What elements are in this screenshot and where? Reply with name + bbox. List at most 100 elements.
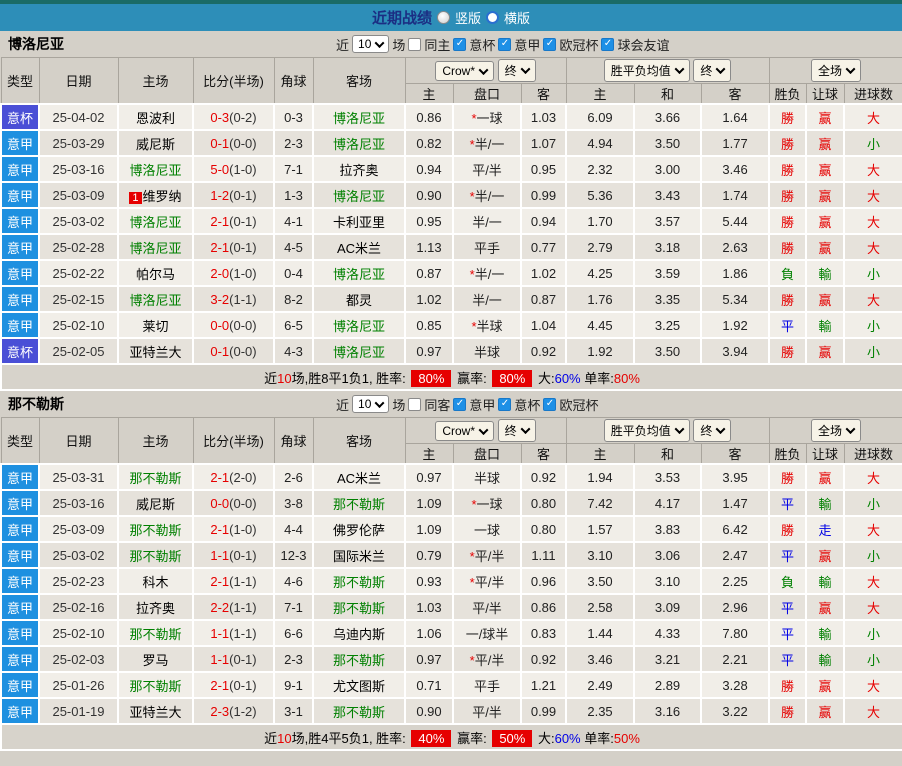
league-checkbox-0[interactable]: ✓ (453, 398, 466, 411)
odds-group-header: Crow* 终 (405, 418, 566, 444)
league-checkbox-3[interactable]: ✓ (601, 38, 614, 51)
match-date: 25-02-10 (39, 312, 118, 338)
home-team: 恩波利 (118, 104, 193, 130)
match-type-badge: 意甲 (1, 312, 39, 338)
result-wdl: 平 (769, 312, 806, 338)
match-count-select[interactable]: 10 (352, 35, 389, 53)
table-row: 意甲25-01-19亚特兰大2-3(1-2)3-1那不勒斯0.90平/半0.99… (1, 698, 902, 724)
odds-source-select[interactable]: Crow* (435, 421, 494, 441)
avg-home-odds: 4.45 (566, 312, 634, 338)
score-cell: 2-0(1-0) (193, 260, 274, 286)
avg-draw-odds: 3.35 (634, 286, 701, 312)
result-wdl: 勝 (769, 208, 806, 234)
away-team-name: AC米兰 (337, 471, 381, 486)
match-date: 25-03-09 (39, 182, 118, 208)
avg-source-select[interactable]: 胜平负均值 (604, 59, 690, 82)
odds-final-select[interactable]: 终 (498, 59, 536, 82)
vertical-layout-label[interactable]: 竖版 (455, 8, 481, 27)
league-checkbox-label: 意甲 (469, 395, 495, 414)
odds-home: 0.87 (405, 260, 453, 286)
odds-home: 0.90 (405, 182, 453, 208)
chevron-down-icon (520, 64, 530, 74)
score-cell: 2-3(1-2) (193, 698, 274, 724)
handicap-line: 平/半 (453, 594, 521, 620)
away-team: 那不勒斯 (313, 698, 405, 724)
sub-odds-away: 客 (521, 444, 566, 465)
home-team: 那不勒斯 (118, 464, 193, 490)
league-checkbox-2[interactable]: ✓ (543, 38, 556, 51)
chevron-down-icon (479, 65, 489, 75)
vertical-layout-radio[interactable] (437, 11, 450, 24)
handicap-line: 平/半 (453, 156, 521, 182)
corner-count: 1-3 (274, 182, 313, 208)
result-goals: 大 (844, 182, 902, 208)
horizontal-layout-label[interactable]: 横版 (504, 8, 530, 27)
avg-final-select[interactable]: 终 (693, 59, 731, 82)
avg-home-odds: 1.94 (566, 464, 634, 490)
handicap-text: 一/球半 (466, 627, 509, 642)
scope-select[interactable]: 全场 (811, 419, 861, 442)
handicap-line: *平/半 (453, 568, 521, 594)
odds-home: 1.02 (405, 286, 453, 312)
fulltime-score: 2-1 (210, 678, 229, 693)
result-wdl: 平 (769, 594, 806, 620)
corner-count: 9-1 (274, 672, 313, 698)
page-title: 近期战绩 (372, 7, 432, 28)
filter-controls: 近 10 场 同客✓意甲✓意杯✓欧冠杯 (336, 391, 598, 417)
result-handicap: 輸 (806, 260, 844, 286)
handicap-line: 半/一 (453, 286, 521, 312)
avg-away-odds: 7.80 (701, 620, 769, 646)
score-cell: 2-1(0-1) (193, 672, 274, 698)
avg-source-select[interactable]: 胜平负均值 (604, 419, 690, 442)
home-team: 博洛尼亚 (118, 156, 193, 182)
halftime-score: (1-0) (229, 522, 256, 537)
halftime-score: (1-1) (229, 292, 256, 307)
home-team-name: 罗马 (142, 653, 168, 668)
league-checkbox-1[interactable]: ✓ (498, 38, 511, 51)
odds-home: 1.09 (405, 490, 453, 516)
handicap-text: 半/一 (475, 137, 505, 152)
avg-home-odds: 3.10 (566, 542, 634, 568)
avg-final-select[interactable]: 终 (693, 419, 731, 442)
result-wdl: 勝 (769, 464, 806, 490)
halftime-score: (0-0) (229, 318, 256, 333)
sub-result-wdl: 胜负 (769, 444, 806, 465)
odds-away: 1.04 (521, 312, 566, 338)
score-cell: 0-1(0-0) (193, 130, 274, 156)
halftime-score: (0-1) (229, 240, 256, 255)
odds-source-select[interactable]: Crow* (435, 61, 494, 81)
scope-select[interactable]: 全场 (811, 59, 861, 82)
same-venue-checkbox[interactable] (408, 38, 421, 51)
sub-odds-away: 客 (521, 84, 566, 105)
handicap-text: 平/半 (475, 653, 505, 668)
league-checkbox-1[interactable]: ✓ (498, 398, 511, 411)
near-label: 近 (336, 395, 349, 414)
avg-home-odds: 1.76 (566, 286, 634, 312)
league-checkbox-0[interactable]: ✓ (453, 38, 466, 51)
filter-controls: 近 10 场 同主✓意杯✓意甲✓欧冠杯✓球会友谊 (336, 31, 669, 57)
handicap-text: 平/半 (472, 163, 502, 178)
result-goals: 小 (844, 490, 902, 516)
chevron-down-icon (479, 425, 489, 435)
win-rate-badge: 80% (411, 370, 451, 387)
same-venue-checkbox[interactable] (408, 398, 421, 411)
away-team: 卡利亚里 (313, 208, 405, 234)
result-goals: 大 (844, 568, 902, 594)
horizontal-layout-radio[interactable] (486, 11, 499, 24)
halftime-score: (1-1) (229, 600, 256, 615)
league-checkbox-label: 意甲 (514, 35, 540, 54)
match-type-badge: 意甲 (1, 646, 39, 672)
avg-draw-odds: 3.16 (634, 698, 701, 724)
result-wdl: 勝 (769, 182, 806, 208)
home-team: 博洛尼亚 (118, 286, 193, 312)
match-count-select[interactable]: 10 (352, 395, 389, 413)
halftime-score: (1-2) (229, 704, 256, 719)
summary-text: 近10场,胜4平5负1, 胜率: 40% 赢率: 50% 大:60% 单率:50… (1, 724, 902, 750)
home-team: 科木 (118, 568, 193, 594)
odds-final-select[interactable]: 终 (498, 419, 536, 442)
match-type-badge: 意甲 (1, 516, 39, 542)
match-type-badge: 意甲 (1, 568, 39, 594)
away-team-name: 博洛尼亚 (333, 111, 385, 126)
league-checkbox-2[interactable]: ✓ (543, 398, 556, 411)
games-label: 场 (392, 395, 405, 414)
